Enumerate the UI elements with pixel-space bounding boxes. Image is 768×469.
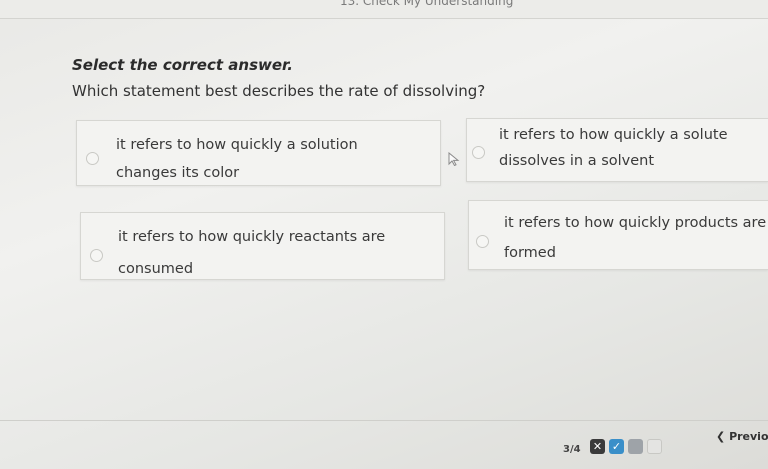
answer-option-a-line2: changes its color	[116, 165, 240, 181]
answer-option-d-line1: it refers to how quickly products are	[504, 215, 767, 231]
answer-option-d[interactable]: it refers to how quickly products are fo…	[468, 200, 768, 270]
check-icon[interactable]: ✓	[609, 439, 624, 454]
previous-button[interactable]: ❮ Previo	[716, 430, 768, 443]
current-question-marker[interactable]	[628, 439, 643, 454]
footer-divider	[0, 420, 768, 421]
answer-option-c-line1: it refers to how quickly reactants are	[118, 229, 386, 245]
section-title: 13. Check My Understanding	[340, 0, 514, 8]
answer-option-a[interactable]: it refers to how quickly a solution chan…	[76, 120, 441, 186]
answer-option-b[interactable]: it refers to how quickly a solute dissol…	[466, 118, 768, 182]
answer-option-c[interactable]: it refers to how quickly reactants are c…	[80, 212, 445, 280]
chevron-left-icon: ❮	[716, 430, 726, 443]
unanswered-question-marker[interactable]	[647, 439, 662, 454]
page-indicator: 3/4	[563, 444, 581, 455]
radio-button-b[interactable]	[472, 146, 485, 159]
answer-option-b-line1: it refers to how quickly a solute	[499, 127, 728, 143]
answer-option-a-line1: it refers to how quickly a solution	[116, 137, 358, 153]
answer-option-b-line2: dissolves in a solvent	[499, 153, 655, 169]
answer-option-c-line2: consumed	[118, 261, 194, 277]
instruction-text: Select the correct answer.	[72, 56, 293, 74]
radio-button-a[interactable]	[86, 152, 99, 165]
mouse-cursor-icon	[448, 152, 460, 166]
previous-button-label: Previo	[729, 430, 768, 443]
top-strip: 13. Check My Understanding	[0, 0, 768, 19]
question-text: Which statement best describes the rate …	[72, 82, 486, 100]
answer-option-d-line2: formed	[504, 245, 556, 261]
x-icon[interactable]: ✕	[590, 439, 605, 454]
radio-button-c[interactable]	[90, 249, 103, 262]
radio-button-d[interactable]	[476, 235, 489, 248]
